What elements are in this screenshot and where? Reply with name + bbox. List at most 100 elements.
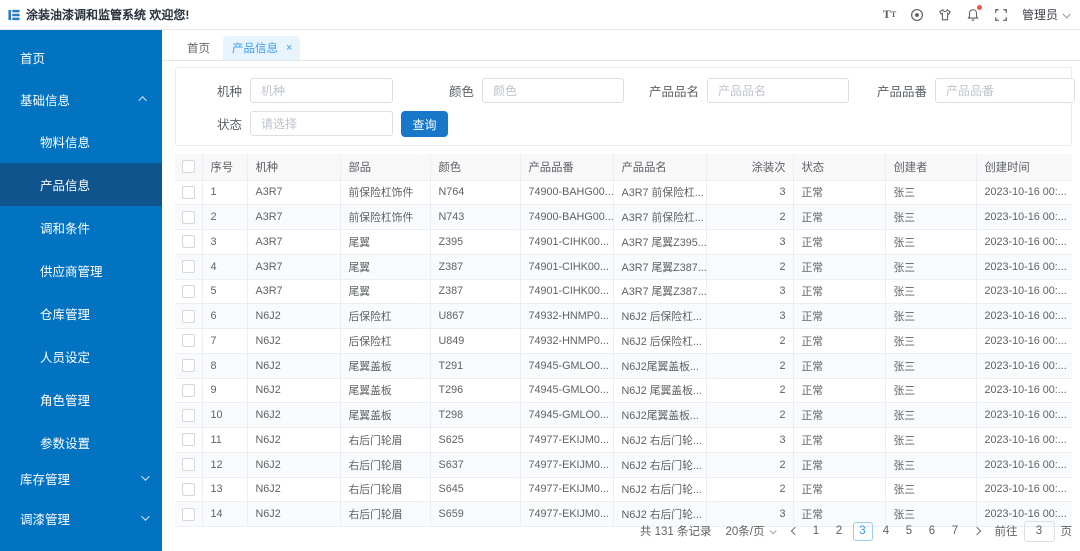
goto-page-input[interactable]: 3: [1023, 520, 1055, 542]
filter-input-颜色[interactable]: 颜色: [482, 78, 625, 103]
cell-部品: 右后门轮眉: [340, 452, 431, 478]
status-select[interactable]: 请选择: [250, 111, 394, 136]
cell-产品品番: 74977-EKIJM0...: [520, 501, 614, 527]
cell-产品品名: A3R7 尾翼Z395...: [613, 229, 707, 255]
page-3[interactable]: 3: [852, 521, 873, 541]
sidebar-item-label: 物料信息: [40, 136, 91, 150]
sidebar-item-供应商管理[interactable]: 供应商管理: [0, 249, 162, 292]
filter-input-产品品名[interactable]: 产品品名: [707, 78, 850, 103]
table-row: 11 N6J2 右后门轮眉 S625 74977-EKIJM0... N6J2 右后门轮.…: [175, 427, 1072, 453]
theme-shirt-icon[interactable]: [938, 7, 953, 22]
filter-input-机种[interactable]: 机种: [250, 78, 394, 103]
page-4[interactable]: 4: [875, 521, 898, 541]
page-7[interactable]: 7: [944, 521, 967, 541]
row-checkbox[interactable]: [182, 309, 195, 323]
row-checkbox[interactable]: [182, 482, 195, 496]
cell-状态: 正常: [793, 477, 886, 503]
chevron-down-icon: [141, 472, 150, 481]
row-checkbox[interactable]: [182, 334, 195, 348]
tab-close-icon[interactable]: ×: [286, 42, 292, 54]
table-row: 8 N6J2 尾翼盖板 T291 74945-GMLO0... N6J2尾翼盖板... 2 正…: [175, 353, 1072, 379]
row-checkbox[interactable]: [182, 235, 195, 249]
cell-涂装次: 3: [706, 180, 794, 206]
tab-产品信息[interactable]: 产品信息 ×: [223, 36, 301, 60]
cell-部品: 尾翼: [340, 279, 431, 305]
font-size-icon[interactable]: TT: [882, 7, 897, 22]
row-checkbox[interactable]: [182, 408, 195, 422]
sidebar-item-仓库管理[interactable]: 仓库管理: [0, 292, 162, 335]
row-checkbox[interactable]: [182, 458, 195, 472]
cell-涂装次: 2: [706, 254, 794, 280]
prev-page-button[interactable]: [785, 521, 805, 541]
cell-产品品名: A3R7 尾翼Z387...: [613, 279, 707, 305]
app-logo-icon[interactable]: [8, 9, 20, 21]
row-checkbox[interactable]: [182, 185, 195, 199]
cell-序号: 6: [202, 303, 248, 329]
main-area: 首页 产品信息 × 查询 机种 机种 颜色 颜色 产品品名 产品品名 产品品番 产品品番 状态 请选择…: [162, 30, 1080, 551]
row-checkbox[interactable]: [182, 284, 195, 298]
cell-部品: 尾翼盖板: [340, 353, 431, 379]
row-checkbox[interactable]: [182, 260, 195, 274]
target-icon[interactable]: [910, 7, 925, 22]
cell-产品品番: 74901-CIHK00...: [520, 254, 614, 280]
sidebar-item-调漆管理[interactable]: 调漆管理: [0, 498, 162, 538]
sidebar-item-角色管理[interactable]: 角色管理: [0, 378, 162, 421]
notification-bell-icon[interactable]: [966, 5, 982, 22]
cell-产品品名: N6J2 右后门轮...: [613, 477, 707, 503]
page-1[interactable]: 1: [805, 521, 828, 541]
cell-颜色: S659: [430, 501, 521, 527]
row-checkbox[interactable]: [182, 507, 195, 521]
sidebar-item-label: 首页: [20, 51, 46, 66]
page-6[interactable]: 6: [921, 521, 944, 541]
cell-颜色: S637: [430, 452, 521, 478]
cell-机种: N6J2: [247, 501, 341, 527]
sidebar-item-调和条件[interactable]: 调和条件: [0, 206, 162, 249]
row-checkbox[interactable]: [182, 433, 195, 447]
cell-颜色: Z395: [430, 229, 521, 255]
page-5[interactable]: 5: [898, 521, 921, 541]
cell-产品品名: N6J2 后保险杠...: [613, 328, 707, 354]
sidebar-item-库存管理[interactable]: 库存管理: [0, 458, 162, 498]
caret-down-icon: [769, 526, 777, 534]
column-header-涂装次: 涂装次: [706, 154, 794, 181]
table-row: 10 N6J2 尾翼盖板 T298 74945-GMLO0... N6J2尾翼盖板... 2…: [175, 402, 1072, 428]
table-row: 5 A3R7 尾翼 Z387 74901-CIHK00... A3R7 尾翼Z387...…: [175, 279, 1072, 305]
cell-涂装次: 3: [706, 229, 794, 255]
sidebar-item-首页[interactable]: 首页: [0, 36, 162, 78]
cell-创建时间: 2023-10-16 00:...: [976, 353, 1072, 379]
cell-颜色: N764: [430, 180, 521, 206]
cell-部品: 尾翼: [340, 254, 431, 280]
cell-产品品名: N6J2尾翼盖板...: [613, 353, 707, 379]
cell-产品品名: N6J2 后保险杠...: [613, 303, 707, 329]
sidebar-item-产品信息[interactable]: 产品信息: [0, 163, 162, 206]
tab-首页[interactable]: 首页: [174, 36, 223, 60]
cell-颜色: Z387: [430, 254, 521, 280]
next-page-button[interactable]: [967, 521, 987, 541]
sidebar-item-物料信息[interactable]: 物料信息: [0, 120, 162, 163]
fullscreen-icon[interactable]: [994, 7, 1009, 22]
goto-page: 前往 3 页: [994, 520, 1072, 542]
row-checkbox[interactable]: [182, 359, 195, 373]
tab-bar: 首页 产品信息 ×: [162, 30, 1080, 61]
chevron-down-icon: [1062, 9, 1071, 19]
cell-机种: N6J2: [247, 427, 341, 453]
filter-input-产品品番[interactable]: 产品品番: [935, 78, 1076, 103]
cell-序号: 10: [202, 402, 248, 428]
row-checkbox[interactable]: [182, 383, 195, 397]
page-2[interactable]: 2: [828, 521, 851, 541]
cell-颜色: S645: [430, 477, 521, 503]
sidebar-item-人员设定[interactable]: 人员设定: [0, 335, 162, 378]
user-menu[interactable]: 管理员: [1022, 6, 1071, 23]
cell-创建者: 张三: [885, 452, 977, 478]
page-size-select[interactable]: 20条/页: [726, 523, 777, 539]
goto-label: 前往: [994, 526, 1018, 538]
search-button[interactable]: 查询: [401, 111, 448, 137]
sidebar-item-基础信息[interactable]: 基础信息: [0, 78, 162, 120]
cell-机种: A3R7: [247, 229, 341, 255]
cell-创建时间: 2023-10-16 00:...: [976, 402, 1072, 428]
select-all-checkbox[interactable]: [182, 160, 195, 174]
row-checkbox[interactable]: [182, 210, 195, 224]
cell-产品品名: N6J2 右后门轮...: [613, 452, 707, 478]
cell-产品品名: A3R7 尾翼Z387...: [613, 254, 707, 280]
table-row: 4 A3R7 尾翼 Z387 74901-CIHK00... A3R7 尾翼Z387...…: [175, 254, 1072, 280]
